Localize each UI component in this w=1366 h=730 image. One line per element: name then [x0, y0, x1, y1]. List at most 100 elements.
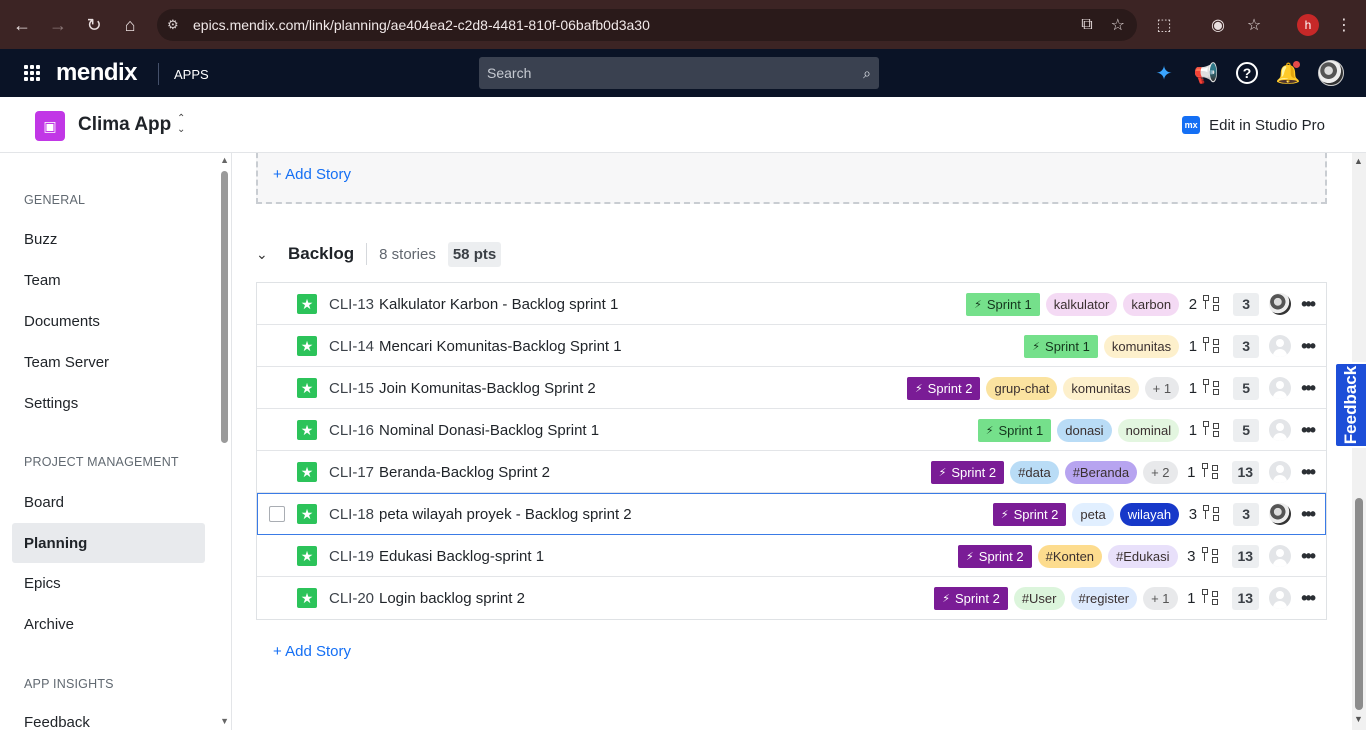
- more-options-icon[interactable]: •••: [1301, 588, 1316, 609]
- label-tag[interactable]: #User: [1013, 586, 1065, 610]
- sidebar-item-documents[interactable]: Documents: [12, 301, 205, 341]
- assignee-avatar[interactable]: [1269, 503, 1292, 525]
- story-title[interactable]: Nominal Donasi-Backlog Sprint 1: [379, 422, 599, 439]
- search-icon[interactable]: ⌕: [863, 65, 871, 82]
- sidebar-item-team-server[interactable]: Team Server: [12, 342, 205, 382]
- label-tag[interactable]: kalkulator: [1045, 292, 1118, 316]
- story-id[interactable]: CLI-20: [329, 590, 374, 607]
- story-title[interactable]: Kalkulator Karbon - Backlog sprint 1: [379, 296, 618, 313]
- more-tags-badge[interactable]: + 2: [1143, 460, 1178, 484]
- home-icon[interactable]: ⌂: [112, 7, 148, 43]
- collapse-chevron-icon[interactable]: ⌄: [256, 246, 276, 263]
- story-points-badge[interactable]: 13: [1231, 460, 1260, 484]
- story-title[interactable]: Join Komunitas-Backlog Sprint 2: [379, 380, 596, 397]
- more-options-icon[interactable]: •••: [1301, 378, 1316, 399]
- story-row[interactable]: ★ CLI-13 Kalkulator Karbon - Backlog sprin…: [257, 283, 1326, 325]
- story-title[interactable]: peta wilayah proyek - Backlog sprint 2: [379, 506, 632, 523]
- label-tag[interactable]: #data: [1010, 460, 1059, 484]
- label-tag[interactable]: komunitas: [1103, 334, 1180, 358]
- story-id[interactable]: CLI-16: [329, 422, 374, 439]
- scroll-up-icon[interactable]: ▲: [220, 155, 229, 165]
- scroll-down-icon[interactable]: ▼: [220, 716, 229, 726]
- incognito-icon[interactable]: ◉: [1200, 7, 1236, 43]
- profile-button[interactable]: h: [1290, 7, 1326, 43]
- story-id[interactable]: CLI-18: [329, 506, 374, 523]
- sidebar-item-archive[interactable]: Archive: [12, 604, 205, 644]
- main-scrollbar-thumb[interactable]: [1355, 498, 1363, 710]
- sidebar-item-feedback[interactable]: Feedback: [12, 702, 205, 730]
- bookmarks-icon[interactable]: ☆: [1236, 7, 1272, 43]
- browser-menu-icon[interactable]: ⋮: [1326, 7, 1362, 43]
- story-checkbox[interactable]: [269, 506, 285, 522]
- more-tags-badge[interactable]: + 1: [1144, 376, 1180, 400]
- sprint-tag[interactable]: ⚡ Sprint 2: [930, 460, 1005, 484]
- sprint-tag[interactable]: ⚡ Sprint 1: [977, 418, 1052, 442]
- sidebar-scrollbar[interactable]: [221, 171, 228, 443]
- story-points-badge[interactable]: 3: [1233, 334, 1260, 358]
- story-points-badge[interactable]: 3: [1233, 292, 1260, 316]
- address-bar[interactable]: ⚙ epics.mendix.com/link/planning/ae404ea…: [157, 9, 1137, 41]
- assignee-avatar[interactable]: [1269, 419, 1292, 441]
- app-switcher-icon[interactable]: ⌃ ⌄: [177, 113, 185, 135]
- story-row[interactable]: ★ CLI-20 Login backlog sprint 2 ⚡ Sprint 2 #U…: [257, 577, 1326, 619]
- story-row[interactable]: ★ CLI-18 peta wilayah proyek - Backlog spr…: [257, 493, 1326, 535]
- ai-sparkle-icon[interactable]: ✦: [1152, 61, 1176, 85]
- story-id[interactable]: CLI-17: [329, 464, 374, 481]
- sprint-tag[interactable]: ⚡ Sprint 2: [958, 544, 1032, 568]
- assignee-avatar[interactable]: [1269, 461, 1292, 483]
- story-title[interactable]: Beranda-Backlog Sprint 2: [379, 464, 550, 481]
- story-title[interactable]: Login backlog sprint 2: [379, 590, 525, 607]
- story-points-badge[interactable]: 13: [1231, 544, 1260, 568]
- label-tag[interactable]: #Konten: [1037, 544, 1103, 568]
- reload-icon[interactable]: ↻: [76, 7, 112, 43]
- story-id[interactable]: CLI-15: [329, 380, 374, 397]
- label-tag[interactable]: #Beranda: [1064, 460, 1138, 484]
- sidebar-item-planning[interactable]: Planning: [12, 523, 205, 563]
- story-points-badge[interactable]: 5: [1233, 376, 1260, 400]
- sidebar-item-buzz[interactable]: Buzz: [12, 219, 205, 259]
- install-app-icon[interactable]: ⧉: [1081, 16, 1092, 34]
- feedback-tab[interactable]: Feedback: [1334, 362, 1366, 448]
- more-options-icon[interactable]: •••: [1301, 420, 1316, 441]
- label-tag[interactable]: grup-chat: [986, 376, 1058, 400]
- sidebar-item-team[interactable]: Team: [12, 260, 205, 300]
- story-id[interactable]: CLI-19: [329, 548, 374, 565]
- mendix-logo[interactable]: mendix: [56, 59, 138, 87]
- search-box[interactable]: ⌕: [479, 57, 879, 89]
- add-story-link-backlog[interactable]: + Add Story: [273, 643, 351, 660]
- assignee-avatar[interactable]: [1269, 587, 1292, 609]
- extensions-icon[interactable]: ⬚: [1146, 7, 1182, 43]
- notifications-bell-icon[interactable]: 🔔: [1276, 61, 1300, 85]
- more-options-icon[interactable]: •••: [1301, 546, 1316, 567]
- story-points-badge[interactable]: 13: [1231, 586, 1260, 610]
- story-row[interactable]: ★ CLI-19 Edukasi Backlog-sprint 1 ⚡ Sprint 2…: [257, 535, 1326, 577]
- bookmark-star-icon[interactable]: ☆: [1111, 15, 1125, 35]
- story-title[interactable]: Mencari Komunitas-Backlog Sprint 1: [379, 338, 622, 355]
- announcements-icon[interactable]: 📢: [1194, 61, 1219, 85]
- more-tags-badge[interactable]: + 1: [1143, 586, 1178, 610]
- more-options-icon[interactable]: •••: [1301, 294, 1316, 315]
- label-tag[interactable]: karbon: [1123, 292, 1180, 316]
- app-launcher-icon[interactable]: [24, 65, 40, 81]
- story-row[interactable]: ★ CLI-15 Join Komunitas-Backlog Sprint 2 ⚡ S…: [257, 367, 1326, 409]
- more-options-icon[interactable]: •••: [1301, 462, 1316, 483]
- sprint-tag[interactable]: ⚡ Sprint 2: [992, 502, 1067, 526]
- sidebar-item-epics[interactable]: Epics: [12, 563, 205, 603]
- story-row[interactable]: ★ CLI-14 Mencari Komunitas-Backlog Sprint …: [257, 325, 1326, 367]
- label-tag[interactable]: #Edukasi: [1108, 544, 1178, 568]
- sprint-tag[interactable]: ⚡ Sprint 2: [934, 586, 1008, 610]
- story-row[interactable]: ★ CLI-17 Beranda-Backlog Sprint 2 ⚡ Sprint 2…: [257, 451, 1326, 493]
- sprint-tag[interactable]: ⚡ Sprint 1: [966, 292, 1040, 316]
- scroll-down-icon[interactable]: ▼: [1354, 714, 1363, 724]
- story-title[interactable]: Edukasi Backlog-sprint 1: [379, 548, 544, 565]
- assignee-avatar[interactable]: [1269, 335, 1292, 357]
- story-row[interactable]: ★ CLI-16 Nominal Donasi-Backlog Sprint 1 ⚡ S…: [257, 409, 1326, 451]
- scroll-up-icon[interactable]: ▲: [1354, 156, 1363, 166]
- label-tag[interactable]: #register: [1070, 586, 1138, 610]
- more-options-icon[interactable]: •••: [1301, 336, 1316, 357]
- edit-in-studio-pro-button[interactable]: mx Edit in Studio Pro: [1182, 116, 1325, 134]
- app-title[interactable]: Clima App: [78, 114, 171, 136]
- back-icon[interactable]: ←: [4, 7, 40, 43]
- site-info-icon[interactable]: ⚙: [167, 17, 189, 33]
- label-tag[interactable]: donasi: [1057, 418, 1112, 442]
